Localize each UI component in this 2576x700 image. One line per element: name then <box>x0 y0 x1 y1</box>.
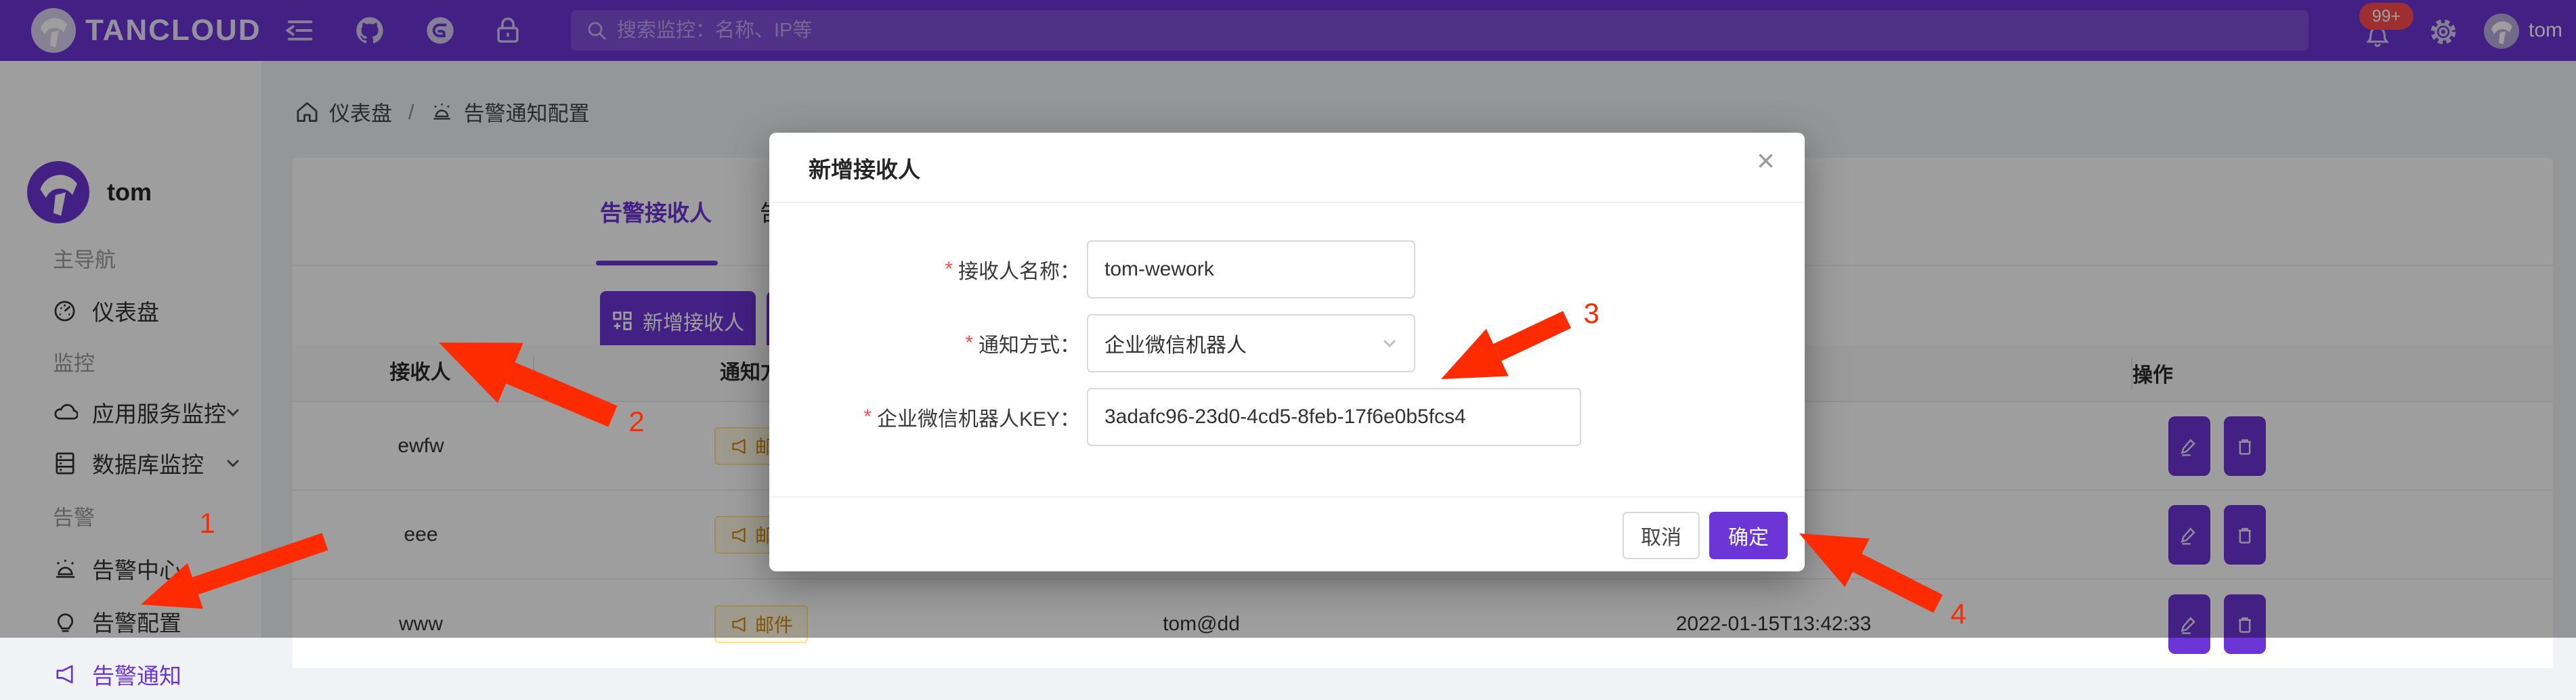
notify-method-select[interactable]: 企业微信机器人 <box>1087 314 1415 372</box>
required-mark: * <box>863 406 872 429</box>
sidebar-item-label: 告警通知 <box>92 658 181 691</box>
required-mark: * <box>965 332 973 355</box>
cancel-button[interactable]: 取消 <box>1623 512 1700 559</box>
selected-option: 企业微信机器人 <box>1104 328 1247 358</box>
field-label: 企业微信机器人KEY： <box>877 402 1080 432</box>
sound-icon <box>53 662 78 687</box>
modal-header-divider <box>769 202 1805 203</box>
select-arrow-icon <box>1380 334 1399 353</box>
modal-footer-divider <box>769 496 1805 498</box>
field-label: 通知方式： <box>979 328 1080 358</box>
receiver-name-input[interactable] <box>1087 240 1415 299</box>
close-icon[interactable]: × <box>1757 145 1775 176</box>
field-label: 接收人名称： <box>958 255 1080 284</box>
sidebar-item-alert-notification[interactable]: 告警通知 <box>0 649 263 700</box>
confirm-button[interactable]: 确定 <box>1709 512 1788 559</box>
app-root: TANCLOUD 99+ tom tom 主导航 仪表盘 监控 应用服务监控 <box>0 0 2576 638</box>
modal-title: 新增接收人 <box>809 152 920 184</box>
required-mark: * <box>945 258 953 281</box>
add-receiver-modal: 新增接收人 × *接收人名称： *通知方式： 企业微信机器人 *企业微信机器人K… <box>769 133 1805 571</box>
form-row-notify-method: * 通知方式： 企业微信机器人 <box>769 314 1805 372</box>
wework-key-input[interactable] <box>1087 388 1581 446</box>
form-row-wework-key: *企业微信机器人KEY： <box>769 388 1805 446</box>
form-row-receiver-name: *接收人名称： <box>769 240 1805 299</box>
